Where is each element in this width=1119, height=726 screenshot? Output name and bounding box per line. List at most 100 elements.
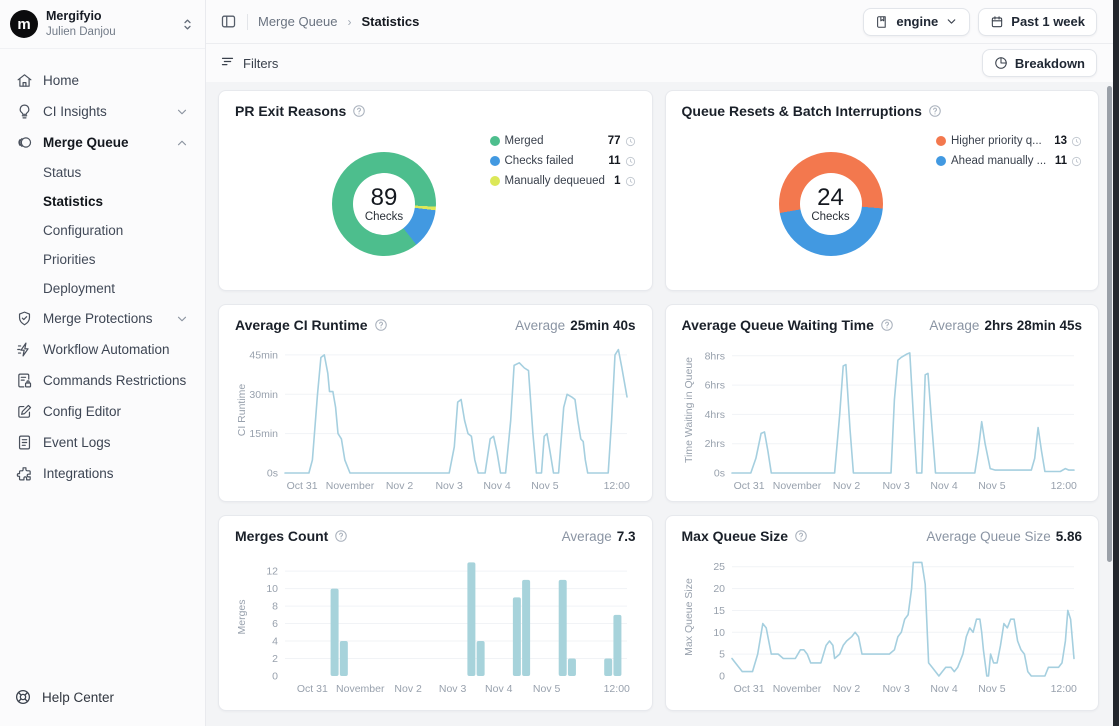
svg-text:4hrs: 4hrs	[704, 409, 724, 421]
line-chart-max-queue-size[interactable]: 0510152025Oct 31NovemberNov 2Nov 3Nov 4N…	[682, 548, 1082, 700]
filters-label: Filters	[243, 56, 278, 71]
breadcrumb-parent[interactable]: Merge Queue	[258, 14, 338, 29]
sidebar-item-ci-insights[interactable]: CI Insights	[8, 96, 197, 127]
breakdown-button[interactable]: Breakdown	[982, 49, 1097, 77]
date-range-selector[interactable]: Past 1 week	[978, 8, 1097, 36]
sidebar-item-merge-protections[interactable]: Merge Protections	[8, 303, 197, 334]
legend-label: Merged	[505, 135, 602, 147]
topbar: Merge Queue › Statistics engine Past 1 w…	[206, 0, 1119, 44]
sidebar-item-statistics[interactable]: Statistics	[8, 187, 197, 216]
card-max-queue-size: Max Queue Size Average Queue Size5.86 05…	[665, 515, 1100, 711]
legend-swatch	[490, 156, 500, 166]
sidebar-item-priorities[interactable]: Priorities	[8, 245, 197, 274]
workspace-switcher[interactable]: m Mergifyio Julien Danjou	[0, 0, 205, 49]
pie-chart-icon	[994, 56, 1008, 70]
vertical-scrollbar[interactable]	[1107, 86, 1112, 562]
line-chart-ci-runtime[interactable]: 0s15min30min45minOct 31NovemberNov 2Nov …	[235, 337, 635, 497]
svg-text:45min: 45min	[249, 349, 278, 361]
card-title: Merges Count	[235, 528, 328, 544]
history-icon	[621, 156, 636, 167]
sidebar-item-label: Commands Restrictions	[43, 373, 186, 388]
sidebar-item-label: Merge Protections	[43, 311, 153, 326]
legend-item-manually-dequeued[interactable]: Manually dequeued 1	[490, 171, 636, 191]
repository-selector[interactable]: engine	[863, 8, 970, 36]
average-stat: Average Queue Size5.86	[926, 529, 1082, 544]
svg-text:15min: 15min	[249, 428, 278, 440]
history-icon	[621, 136, 636, 147]
zap-icon	[16, 341, 33, 358]
legend-item-merged[interactable]: Merged 77	[490, 131, 636, 151]
svg-text:Nov 3: Nov 3	[435, 480, 463, 492]
home-icon	[16, 72, 33, 89]
sidebar-item-label: Integrations	[43, 466, 114, 481]
sidebar-item-merge-queue[interactable]: Merge Queue	[8, 127, 197, 158]
svg-text:12:00: 12:00	[1050, 683, 1076, 695]
filters-button[interactable]: Filters	[220, 54, 278, 72]
sidebar-item-configuration[interactable]: Configuration	[8, 216, 197, 245]
card-title: Average CI Runtime	[235, 317, 368, 333]
legend-value: 11	[608, 155, 620, 167]
sidebar-item-config-editor[interactable]: Config Editor	[8, 396, 197, 427]
sidebar-item-integrations[interactable]: Integrations	[8, 458, 197, 489]
sidebar-item-workflow-automation[interactable]: Workflow Automation	[8, 334, 197, 365]
svg-text:Oct 31: Oct 31	[733, 480, 764, 492]
unfold-icon[interactable]	[180, 17, 195, 32]
sidebar-item-home[interactable]: Home	[8, 65, 197, 96]
chevron-up-icon	[175, 136, 189, 150]
sidebar-nav: Home CI Insights Merge Queue Status Stat…	[0, 49, 205, 674]
svg-text:25: 25	[713, 561, 725, 573]
mergify-logo: m	[10, 10, 38, 38]
sidebar-toggle-icon[interactable]	[220, 13, 237, 30]
sidebar-item-deployment[interactable]: Deployment	[8, 274, 197, 303]
sidebar-item-commands-restrictions[interactable]: Commands Restrictions	[8, 365, 197, 396]
legend-item-ahead-manually[interactable]: Ahead manually ... 11	[936, 151, 1082, 171]
sidebar: m Mergifyio Julien Danjou Home CI Insigh…	[0, 0, 206, 726]
svg-text:Nov 2: Nov 2	[832, 683, 860, 695]
sidebar-item-status[interactable]: Status	[8, 158, 197, 187]
svg-text:6: 6	[272, 618, 278, 630]
svg-text:15: 15	[713, 605, 725, 617]
help-icon[interactable]	[374, 318, 388, 332]
history-icon	[1067, 136, 1082, 147]
legend-label: Ahead manually ...	[951, 155, 1049, 167]
help-icon[interactable]	[352, 104, 366, 118]
legend-value: 11	[1055, 155, 1067, 167]
help-center-button[interactable]: Help Center	[0, 674, 205, 726]
legend-swatch	[490, 176, 500, 186]
average-stat: Average25min 40s	[515, 318, 635, 333]
lifebuoy-icon	[14, 688, 32, 706]
help-icon[interactable]	[928, 104, 942, 118]
svg-text:Nov 2: Nov 2	[832, 480, 860, 492]
svg-text:November: November	[336, 683, 385, 695]
date-range-value: Past 1 week	[1011, 14, 1085, 29]
history-icon	[1067, 156, 1082, 167]
help-icon[interactable]	[334, 529, 348, 543]
legend-label: Manually dequeued	[505, 175, 609, 187]
line-chart-queue-waiting[interactable]: 0s2hrs4hrs6hrs8hrsOct 31NovemberNov 2Nov…	[682, 337, 1082, 497]
main-area: Merge Queue › Statistics engine Past 1 w…	[206, 0, 1119, 726]
repo-icon	[875, 15, 889, 29]
legend-item-checks-failed[interactable]: Checks failed 11	[490, 151, 636, 171]
svg-text:0s: 0s	[713, 468, 724, 480]
svg-text:Oct 31: Oct 31	[287, 480, 318, 492]
help-icon[interactable]	[794, 529, 808, 543]
legend-value: 77	[608, 135, 621, 147]
svg-text:12:00: 12:00	[1050, 480, 1076, 492]
card-average-ci-runtime: Average CI Runtime Average25min 40s 0s15…	[218, 304, 653, 502]
svg-text:12:00: 12:00	[604, 683, 630, 695]
bar-chart-merges[interactable]: 024681012Oct 31NovemberNov 2Nov 3Nov 4No…	[235, 548, 635, 700]
card-average-queue-waiting-time: Average Queue Waiting Time Average2hrs 2…	[665, 304, 1100, 502]
chevron-down-icon	[945, 15, 958, 28]
svg-text:November: November	[772, 683, 821, 695]
sidebar-item-event-logs[interactable]: Event Logs	[8, 427, 197, 458]
help-icon[interactable]	[880, 318, 894, 332]
legend-item-higher-priority[interactable]: Higher priority q... 13	[936, 131, 1082, 151]
svg-text:0: 0	[272, 671, 278, 683]
document-lines-icon	[16, 434, 33, 451]
legend-label: Higher priority q...	[951, 135, 1048, 147]
svg-text:8: 8	[272, 601, 278, 613]
filter-icon	[220, 54, 235, 72]
svg-text:November: November	[772, 480, 821, 492]
sidebar-item-label: Home	[43, 73, 79, 88]
svg-text:Nov 5: Nov 5	[978, 480, 1006, 492]
